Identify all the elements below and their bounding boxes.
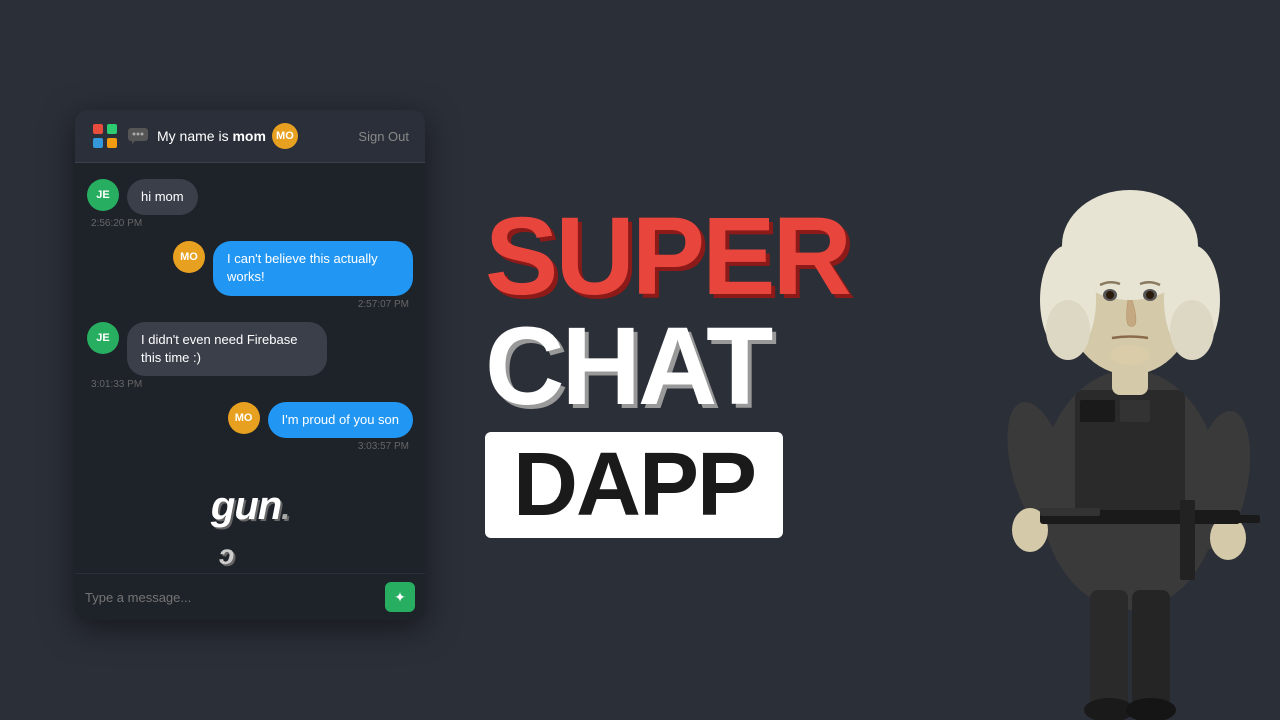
- send-button[interactable]: [385, 582, 415, 612]
- dapp-title: DAPP: [513, 440, 755, 530]
- gun-logo: gun. ɔ: [211, 484, 289, 573]
- message-row: I can't believe this actually works! MO …: [87, 241, 413, 309]
- avatar-je: JE: [87, 322, 119, 354]
- message-row: JE hi mom 2:56:20 PM: [87, 179, 413, 229]
- message-row: JE I didn't even need Firebase this time…: [87, 322, 413, 390]
- header-user-info: My name is mom MO: [157, 123, 298, 149]
- message-with-avatar: I can't believe this actually works! MO: [173, 241, 413, 295]
- message-timestamp: 3:01:33 PM: [87, 379, 142, 390]
- message-timestamp: 3:03:57 PM: [358, 441, 413, 452]
- super-title: SUPER: [485, 202, 849, 312]
- chat-title: CHAT: [485, 312, 770, 422]
- header-avatar-badge: MO: [272, 123, 298, 149]
- avatar-je: JE: [87, 179, 119, 211]
- header-username: My name is mom: [157, 128, 266, 144]
- sign-out-button[interactable]: Sign Out: [358, 129, 409, 144]
- message-bubble: I didn't even need Firebase this time :): [127, 322, 327, 376]
- chat-header: My name is mom MO Sign Out: [75, 110, 425, 163]
- message-timestamp: 2:57:07 PM: [358, 299, 413, 310]
- title-area: SUPER CHAT DAPP: [425, 182, 960, 538]
- chat-mockup: My name is mom MO Sign Out JE hi mom 2:5…: [75, 110, 425, 620]
- message-bubble: I can't believe this actually works!: [213, 241, 413, 295]
- chat-bubble-icon: [127, 127, 149, 145]
- message-with-avatar: JE I didn't even need Firebase this time…: [87, 322, 327, 376]
- chat-messages-container: JE hi mom 2:56:20 PM I can't believe thi…: [75, 163, 425, 573]
- app-logo-icon: [91, 122, 119, 150]
- chat-input-area: [75, 573, 425, 620]
- dapp-container: DAPP: [485, 432, 783, 538]
- message-timestamp: 2:56:20 PM: [87, 218, 142, 229]
- gun-logo-area: gun. ɔ: [87, 464, 413, 573]
- george-washington-figure: [960, 0, 1280, 720]
- message-bubble: I'm proud of you son: [268, 402, 413, 438]
- message-bubble: hi mom: [127, 179, 198, 215]
- message-input[interactable]: [85, 590, 377, 605]
- message-row: I'm proud of you son MO 3:03:57 PM: [87, 402, 413, 452]
- avatar-mo: MO: [228, 402, 260, 434]
- chat-header-left: My name is mom MO: [91, 122, 298, 150]
- message-with-avatar: JE hi mom: [87, 179, 198, 215]
- avatar-mo: MO: [173, 241, 205, 273]
- message-with-avatar: I'm proud of you son MO: [228, 402, 413, 438]
